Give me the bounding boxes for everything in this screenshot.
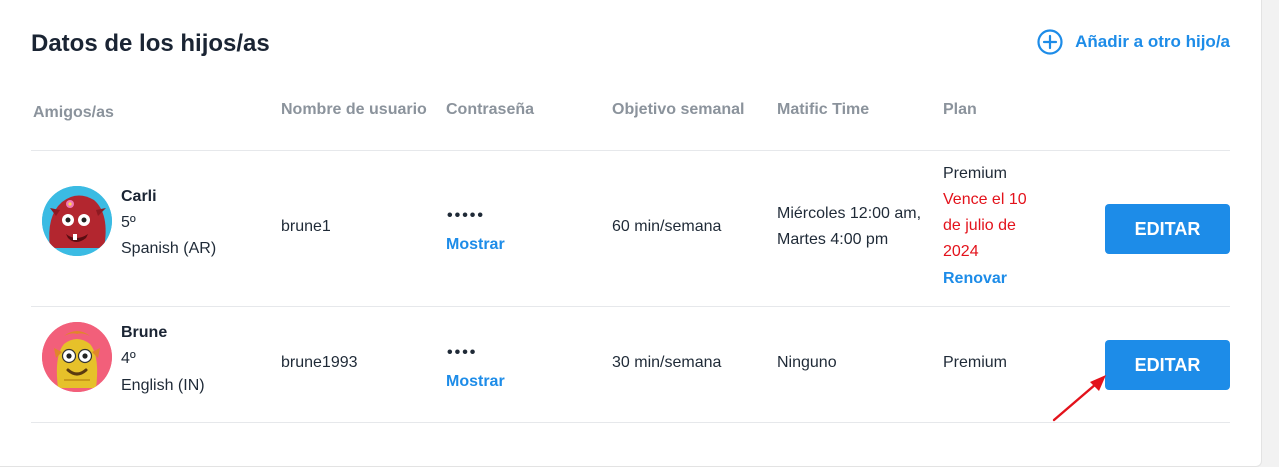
header-divider — [31, 150, 1230, 151]
row-divider — [31, 306, 1230, 307]
children-data-card: Datos de los hijos/as Añadir a otro hijo… — [0, 0, 1262, 467]
plan-expiry-line-2: de julio de — [943, 217, 1016, 234]
username: brune1 — [281, 218, 331, 235]
column-header-username: Nombre de usuario — [281, 101, 427, 118]
username: brune1993 — [281, 354, 358, 371]
plus-circle-icon — [1037, 29, 1063, 55]
renew-link[interactable]: Renovar — [943, 266, 1007, 292]
password-mask: ••••• — [447, 207, 486, 224]
matific-time-line-1: Miércoles 12:00 am, — [777, 205, 922, 222]
column-header-weekly-goal: Objetivo semanal — [612, 101, 745, 118]
show-password-link[interactable]: Mostrar — [446, 236, 505, 254]
column-header-matific-time: Matific Time — [777, 101, 870, 118]
child-name: Carli — [121, 188, 157, 205]
child-language: English (IN) — [121, 377, 205, 394]
child-language: Spanish (AR) — [121, 240, 217, 257]
plan-name: Premium — [943, 165, 1008, 182]
edit-button[interactable]: EDITAR — [1105, 340, 1230, 390]
weekly-goal: 30 min/semana — [612, 354, 722, 371]
child-grade: 5º — [121, 214, 136, 231]
annotation-arrow-icon — [1052, 375, 1106, 422]
column-header-friends: Amigos/as — [33, 104, 114, 121]
child-name: Brune — [121, 324, 168, 341]
avatar — [42, 322, 112, 392]
matific-time-line-2: Martes 4:00 pm — [777, 231, 889, 248]
avatar — [42, 186, 112, 256]
add-child-label: Añadir a otro hijo/a — [1075, 32, 1230, 51]
weekly-goal: 60 min/semana — [612, 218, 722, 235]
plan-name: Premium — [943, 354, 1008, 371]
column-header-password: Contraseña — [446, 101, 535, 118]
monster-avatar-icon — [42, 186, 112, 256]
matific-time: Ninguno — [777, 354, 837, 371]
plan-expiry-line-3: 2024 — [943, 243, 979, 260]
show-password-link[interactable]: Mostrar — [446, 373, 505, 391]
child-grade: 4º — [121, 350, 136, 367]
edit-button[interactable]: EDITAR — [1105, 204, 1230, 254]
plan-expiry-line-1: Vence el 10 — [943, 191, 1027, 208]
add-child-link[interactable]: Añadir a otro hijo/a — [1037, 29, 1230, 55]
column-header-plan: Plan — [943, 101, 977, 118]
page-title: Datos de los hijos/as — [31, 30, 270, 57]
monster-avatar-icon — [42, 322, 112, 392]
password-mask: •••• — [447, 344, 478, 361]
